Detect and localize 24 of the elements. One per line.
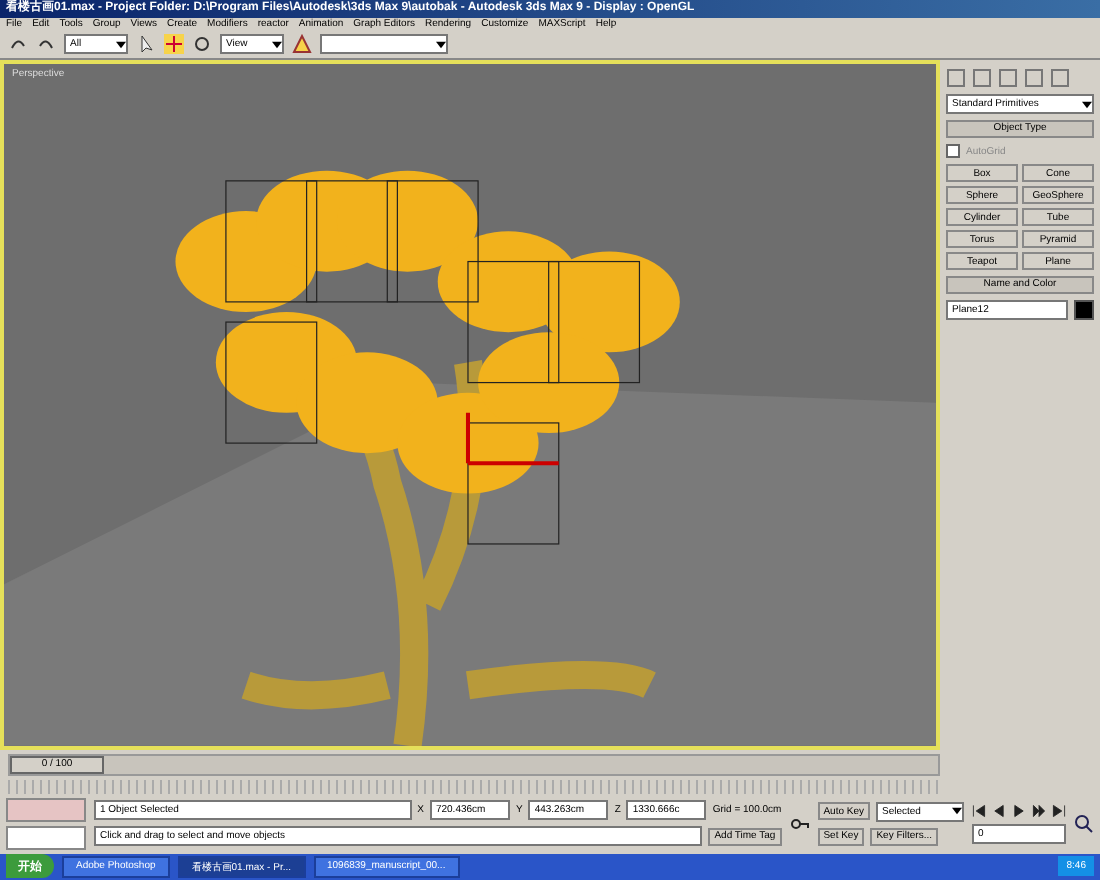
snap-icon[interactable]: [292, 34, 312, 55]
panel-tab-icon[interactable]: [946, 68, 966, 89]
caret-icon[interactable]: [952, 806, 962, 816]
playback-icon[interactable]: [1032, 803, 1046, 817]
panel-tab-icon[interactable]: [1050, 68, 1070, 89]
panel-tab-icon[interactable]: [972, 68, 992, 89]
caret-icon[interactable]: [436, 39, 446, 50]
move-icon[interactable]: [164, 34, 184, 55]
panel-tab-icon[interactable]: [1024, 68, 1044, 89]
playback-icon[interactable]: [972, 803, 986, 817]
panel-tab-icon[interactable]: [998, 68, 1018, 89]
rotate-icon[interactable]: [192, 34, 212, 55]
key-icon[interactable]: [789, 813, 810, 833]
maxscript-listener[interactable]: [6, 825, 86, 850]
caret-icon[interactable]: [116, 39, 126, 50]
caret-icon[interactable]: [272, 39, 282, 50]
caret-icon[interactable]: [1082, 99, 1092, 110]
track-bar[interactable]: [8, 779, 940, 793]
playback-icon[interactable]: [1052, 803, 1066, 817]
named-selection-dropdown[interactable]: [320, 34, 448, 55]
color-swatch[interactable]: [1074, 300, 1094, 321]
autogrid-checkbox[interactable]: [946, 144, 960, 159]
select-icon[interactable]: [136, 34, 156, 55]
zoom-icon[interactable]: [1074, 813, 1094, 833]
